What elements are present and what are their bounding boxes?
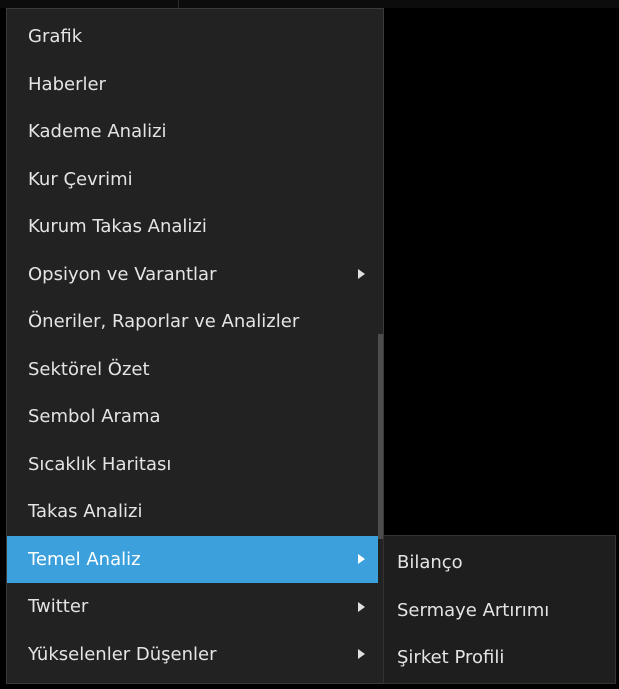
context-menu: Grafik Haberler Kademe Analizi Kur Çevri…: [6, 8, 384, 684]
menu-item-sicaklik-haritasi[interactable]: Sıcaklık Haritası: [7, 441, 379, 489]
submenu-item-sirket-profili[interactable]: Şirket Profili: [384, 634, 615, 682]
menu-item-label: Sıcaklık Haritası: [28, 453, 172, 475]
menu-item-oneriler-raporlar[interactable]: Öneriler, Raporlar ve Analizler: [7, 298, 379, 346]
menu-item-sektorel-ozet[interactable]: Sektörel Özet: [7, 346, 379, 394]
menu-item-label: Sektörel Özet: [28, 358, 150, 380]
submenu-item-bilanco[interactable]: Bilanço: [384, 539, 615, 587]
menu-item-temel-analiz[interactable]: Temel Analiz: [7, 535, 379, 583]
background-strip: [0, 0, 619, 8]
menu-item-takas-analizi[interactable]: Takas Analizi: [7, 488, 379, 536]
chevron-right-icon: [358, 649, 365, 660]
menu-item-haberler[interactable]: Haberler: [7, 61, 379, 109]
submenu-item-sermaye-artirimi[interactable]: Sermaye Artırımı: [384, 587, 615, 635]
menu-item-twitter[interactable]: Twitter: [7, 583, 379, 631]
chevron-right-icon: [358, 601, 365, 612]
menu-item-grafik[interactable]: Grafik: [7, 13, 379, 61]
chevron-right-icon: [358, 269, 365, 280]
menu-item-label: Kurum Takas Analizi: [28, 216, 207, 237]
menu-item-label: Grafik: [28, 26, 83, 47]
menu-item-yukselenler-dusenler[interactable]: Yükselenler Düşenler: [7, 631, 379, 679]
menu-item-sembol-arama[interactable]: Sembol Arama: [7, 393, 379, 441]
menu-item-opsiyon-ve-varantlar[interactable]: Opsiyon ve Varantlar: [7, 251, 379, 299]
menu-item-label: Sembol Arama: [28, 406, 161, 427]
chevron-right-icon: [358, 554, 365, 565]
screen: Grafik Haberler Kademe Analizi Kur Çevri…: [0, 0, 619, 689]
menu-item-kurum-takas-analizi[interactable]: Kurum Takas Analizi: [7, 203, 379, 251]
submenu-item-label: Şirket Profili: [397, 647, 505, 668]
menu-item-label: Takas Analizi: [28, 501, 143, 522]
menu-item-label: Kur Çevrimi: [28, 168, 133, 190]
menu-item-label: Temel Analiz: [28, 548, 141, 570]
menu-item-label: Yükselenler Düşenler: [28, 643, 217, 665]
submenu-temel-analiz: Bilanço Sermaye Artırımı Şirket Profili: [383, 535, 616, 684]
background-divider: [178, 0, 179, 8]
menu-item-label: Haberler: [28, 73, 106, 95]
menu-item-label: Öneriler, Raporlar ve Analizler: [28, 311, 300, 332]
menu-item-kademe-analizi[interactable]: Kademe Analizi: [7, 108, 379, 156]
submenu-item-label: Sermaye Artırımı: [397, 599, 550, 621]
scrollbar-thumb[interactable]: [378, 334, 383, 539]
menu-item-kur-cevrimi[interactable]: Kur Çevrimi: [7, 156, 379, 204]
submenu-item-label: Bilanço: [397, 552, 463, 573]
menu-item-label: Kademe Analizi: [28, 121, 167, 142]
menu-item-label: Opsiyon ve Varantlar: [28, 263, 217, 285]
menu-item-label: Twitter: [28, 596, 89, 617]
